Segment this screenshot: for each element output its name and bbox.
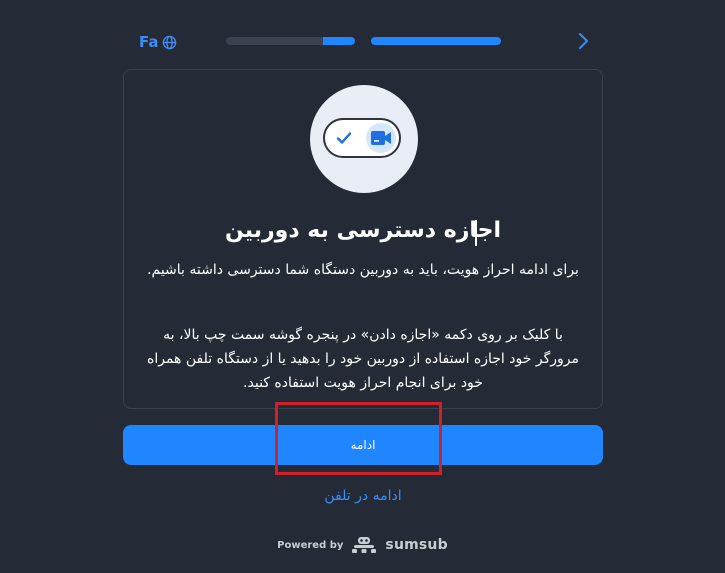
sumsub-logo-icon — [352, 537, 377, 553]
page-title: اجازه دسترسی به دوربین — [224, 218, 502, 243]
language-selector[interactable]: Fa — [139, 33, 177, 51]
text-cursor — [475, 220, 477, 246]
language-label: Fa — [139, 33, 159, 51]
toggle-knob — [366, 123, 396, 153]
checkmark-icon — [336, 132, 352, 144]
camera-access-description: برای ادامه احراز هویت، باید به دوربین دس… — [147, 262, 579, 278]
progress-step-1-fill — [322, 37, 355, 45]
top-bar: Fa — [0, 0, 725, 80]
permission-toggle — [323, 118, 401, 158]
progress-step-1 — [226, 37, 355, 45]
permission-instructions: با کلیک بر روی دکمه «اجازه دادن» در پنجر… — [147, 327, 579, 391]
powered-by-label: Powered by — [277, 539, 344, 551]
brand-name: sumsub — [385, 537, 448, 553]
progress-step-2 — [371, 37, 501, 45]
continue-on-phone-link[interactable]: ادامه در تلفن — [123, 488, 603, 504]
annotation-highlight-box — [275, 402, 442, 475]
video-camera-icon — [371, 131, 391, 145]
chevron-right-icon[interactable] — [576, 32, 590, 50]
camera-permission-illustration — [310, 85, 418, 193]
powered-by-footer: Powered by sumsub — [0, 536, 725, 554]
globe-icon — [162, 35, 176, 49]
